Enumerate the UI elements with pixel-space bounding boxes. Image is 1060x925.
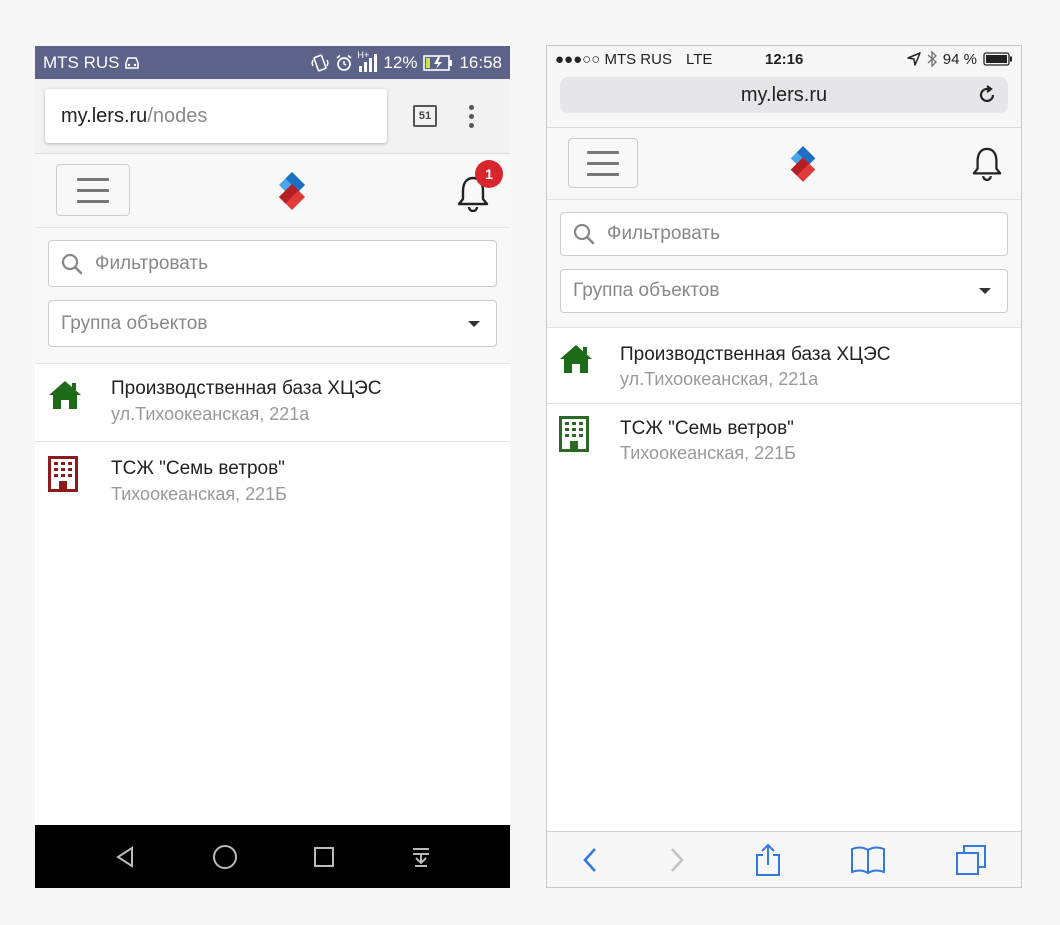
filter-input[interactable]: Фильтровать (560, 212, 1008, 256)
notification-badge: 1 (475, 160, 503, 188)
node-title: ТСЖ "Семь ветров" (111, 458, 285, 479)
list-item[interactable]: ТСЖ "Семь ветров" Тихоокеанская, 221Б (35, 442, 510, 520)
filter-input[interactable]: Фильтровать (48, 240, 497, 287)
search-icon (573, 223, 595, 245)
group-select-value: Группа объектов (61, 312, 208, 334)
clock: 12:16 (765, 50, 804, 68)
house-icon (560, 345, 592, 373)
building-icon (559, 416, 589, 452)
safari-bottom-toolbar (547, 831, 1021, 887)
car-icon (124, 56, 139, 69)
battery-charging-icon (423, 54, 453, 71)
filter-placeholder: Фильтровать (95, 252, 209, 274)
android-status-bar: MTS RUS H+ 12% 16:58 (35, 46, 510, 79)
group-select[interactable]: Группа объектов (48, 300, 497, 347)
location-icon (907, 52, 921, 66)
filter-panel: Фильтровать Группа объектов (35, 228, 510, 364)
battery-percent: 94 % (942, 50, 977, 68)
ios-phone: ●●●○○ MTS RUS LTE 12:16 94 % my.lers.ru (546, 45, 1022, 888)
tab-switcher-button[interactable]: 51 (413, 105, 437, 127)
overflow-menu-button[interactable] (469, 104, 474, 128)
home-icon[interactable] (212, 844, 238, 870)
list-item[interactable]: Производственная база ХЦЭС ул.Тихоокеанс… (35, 364, 510, 442)
node-address: ул.Тихоокеанская, 221а (111, 404, 310, 424)
signal-icon: H+ (357, 50, 378, 72)
node-address: Тихоокеанская, 221Б (620, 443, 796, 463)
address-bar[interactable]: my.lers.ru/nodes (45, 89, 387, 143)
back-chevron-icon[interactable] (581, 847, 599, 873)
alarm-icon (336, 54, 352, 71)
group-select-value: Группа объектов (573, 280, 720, 301)
tabs-icon[interactable] (955, 844, 987, 876)
app-navbar: 1 (35, 154, 510, 228)
list-item[interactable]: ТСЖ "Семь ветров" Тихоокеанская, 221Б (547, 404, 1021, 480)
vibrate-icon (311, 54, 330, 71)
ios-status-bar: ●●●○○ MTS RUS LTE 12:16 94 % (547, 46, 1021, 72)
menu-toggle-button[interactable] (568, 138, 638, 188)
list-item[interactable]: Производственная база ХЦЭС ул.Тихоокеанс… (547, 328, 1021, 404)
safari-address-area: my.lers.ru (547, 72, 1021, 128)
building-icon (48, 456, 78, 492)
bookmarks-icon[interactable] (850, 845, 886, 875)
back-icon[interactable] (113, 845, 137, 869)
bluetooth-icon (927, 51, 937, 67)
clock: 16:58 (459, 52, 502, 72)
filter-panel: Фильтровать Группа объектов (547, 200, 1021, 328)
notification-shade-icon[interactable] (410, 846, 432, 868)
reload-icon[interactable] (976, 84, 998, 106)
filter-placeholder: Фильтровать (607, 223, 721, 244)
lers-logo (279, 172, 305, 210)
android-navigation-bar (35, 825, 510, 888)
network-type: H+ (357, 49, 370, 60)
carrier-name: MTS RUS (43, 52, 120, 72)
menu-toggle-button[interactable] (56, 164, 130, 216)
node-title: ТСЖ "Семь ветров" (620, 418, 794, 439)
node-address: ул.Тихоокеанская, 221а (620, 369, 819, 389)
chevron-down-icon (979, 288, 991, 294)
house-icon (49, 381, 81, 409)
search-icon (61, 253, 83, 274)
node-address: Тихоокеанская, 221Б (111, 484, 287, 504)
forward-chevron-icon[interactable] (668, 847, 686, 873)
node-title: Производственная база ХЦЭС (620, 344, 891, 365)
network-type: LTE (685, 50, 713, 68)
battery-percent: 12% (383, 52, 418, 72)
share-icon[interactable] (754, 843, 782, 877)
battery-icon (983, 52, 1012, 66)
address-bar[interactable]: my.lers.ru (560, 77, 1008, 113)
android-phone: MTS RUS H+ 12% 16:58 my.lers.ru/nodes 51 (35, 46, 510, 888)
url-path: /nodes (147, 104, 208, 127)
node-title: Производственная база ХЦЭС (111, 378, 382, 399)
chevron-down-icon (468, 320, 480, 327)
notifications-bell-icon[interactable] (971, 145, 1003, 181)
url-host: my.lers.ru (61, 104, 148, 127)
lers-logo (790, 146, 816, 182)
app-navbar (547, 128, 1021, 200)
chrome-toolbar: my.lers.ru/nodes 51 (35, 79, 510, 154)
group-select[interactable]: Группа объектов (560, 269, 1008, 313)
recents-icon[interactable] (313, 846, 335, 868)
url-host: my.lers.ru (740, 83, 828, 106)
tab-count: 51 (418, 110, 432, 122)
carrier-name: ●●●○○ MTS RUS (555, 50, 672, 68)
